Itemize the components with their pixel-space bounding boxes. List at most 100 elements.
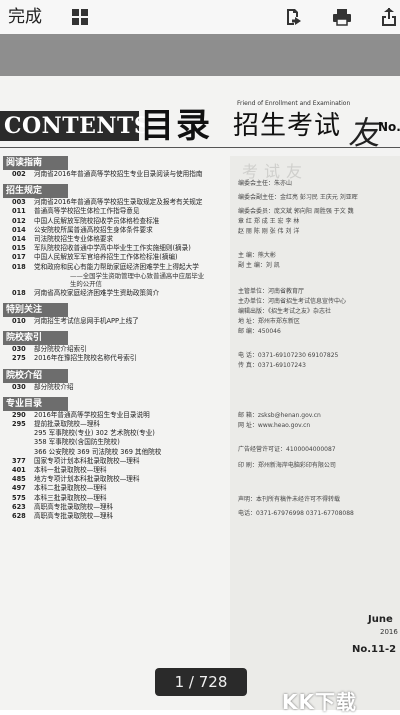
toc-item[interactable]: 358 军事院校(含国防生院校) — [0, 438, 226, 447]
viewer-background — [0, 34, 400, 76]
toc-item[interactable]: 030 部分院校介绍 — [0, 383, 226, 392]
masthead-line: 主 编：熊大彬 — [238, 252, 276, 259]
share-icon[interactable] — [377, 5, 400, 29]
mulu-title: 目录 — [140, 106, 212, 146]
masthead-line: 主管单位：河南省教育厅 — [238, 288, 305, 295]
masthead-issue: No.11-2 — [352, 644, 397, 655]
toc-item-page: 575 — [12, 493, 26, 502]
toc-item-page: 290 — [12, 410, 26, 419]
toc-item-page: 010 — [12, 317, 26, 326]
toc-item[interactable]: 575 本科三批录取院校—理科 — [0, 494, 226, 503]
toc-item-page: 003 — [12, 198, 26, 207]
toc-item[interactable]: 485 地方专项计划本科批录取院校—理科 — [0, 475, 226, 484]
toc-item[interactable]: 290 2016年普通高等学校招生专业目录说明 — [0, 411, 226, 420]
toc-item-text: 地方专项计划本科批录取院校—理科 — [34, 475, 140, 484]
toc-item-page: 377 — [12, 456, 26, 465]
masthead-line: 地 址：郑州市郑东新区 — [238, 318, 300, 325]
toc-item[interactable]: 623 高职高专批录取院校—理科 — [0, 503, 226, 512]
masthead-line: 主办单位：河南省招生考试信息宣传中心 — [238, 298, 347, 305]
toc-item-page: 015 — [12, 244, 26, 253]
toc-item-text: 司法院校招生专业体格要求 — [34, 235, 114, 244]
toc-item-page: 030 — [12, 382, 26, 391]
toc-item-text: 提前批录取院校—理科 — [34, 420, 100, 429]
document-page[interactable]: CONTENTS 目录 Friend of Enrollment and Exa… — [0, 76, 400, 710]
toc-item-page: 017 — [12, 253, 26, 262]
toc-item-page: 497 — [12, 484, 26, 493]
masthead-line: 副 主 编：刘 凯 — [238, 262, 280, 269]
done-button[interactable]: 完成 — [8, 5, 42, 29]
toc-item[interactable]: 014 公安院校所属普通高校招生身体条件要求 — [0, 226, 226, 235]
toc-item-page — [12, 438, 34, 447]
toc-item[interactable]: 295 提前批录取院校—理科 — [0, 420, 226, 429]
toc-item-page: 018 — [12, 262, 26, 271]
toc-subtitle: ——全国学生资助管理中心致普通高中应届毕业 — [70, 271, 205, 280]
toc-item-text: 中国人民解放军院校招收学员体格检查标准 — [34, 216, 160, 225]
masthead-line: 传 真：0371-69107243 — [238, 362, 306, 369]
toc-item-page: 018 — [12, 288, 26, 297]
magazine-title: 招生考试 — [233, 111, 342, 141]
export-icon[interactable] — [282, 5, 306, 29]
toc-item-text: 本科三批录取院校—理科 — [34, 493, 107, 502]
toc-item-text: 河南省2016年普通高等学校招生录取规定及报考有关规定 — [34, 198, 203, 207]
toc-item[interactable]: 366 公安院校 369 司法院校 369 其他院校 — [0, 448, 226, 457]
toc-section-title: 院校介绍 — [3, 368, 68, 383]
toc-item-text: 358 军事院校(含国防生院校) — [34, 438, 120, 447]
top-toolbar: 完成 — [0, 0, 400, 35]
masthead-line: 编委会委员：庞文斌 郭向阳 周胜强 于文 魏 — [238, 208, 354, 215]
toc-item-text: 366 公安院校 369 司法院校 369 其他院校 — [34, 447, 162, 456]
toc-item-text: 普通高等学校招生体检工作指导意见 — [34, 207, 140, 216]
toc-item-text: 军队院校招收普通中学高中毕业生工作实施细则(摘录) — [34, 244, 191, 253]
toc-item-text: 295 军事院校(专业) 302 艺术院校(专业) — [34, 429, 155, 438]
toc-item[interactable]: 295 军事院校(专业) 302 艺术院校(专业) — [0, 429, 226, 438]
toc-item-page: 623 — [12, 502, 26, 511]
masthead-line: 章 红 郑 成 王 宏 李 林 — [238, 218, 300, 225]
toc-item-text: 部分院校介绍 — [34, 382, 74, 391]
toc-item-text: 本科二批录取院校—理科 — [34, 484, 107, 493]
contents-title: CONTENTS — [0, 111, 150, 141]
toc-item[interactable]: 018 党和政府和民心有能力帮助家庭经济困难学生上得起大学 — [0, 263, 226, 272]
toc-item-page: 275 — [12, 354, 26, 363]
toc-item[interactable]: 275 2016年在豫招生院校名称代号索引 — [0, 354, 226, 363]
toc-item[interactable]: 628 高职高专批录取院校—理科 — [0, 512, 226, 521]
toc-item[interactable]: 497 本科二批录取院校—理科 — [0, 484, 226, 493]
toc-item-text: 本科一批录取院校—理科 — [34, 466, 107, 475]
masthead-line: 编委会主任：朱亦山 — [238, 180, 293, 187]
toc-item[interactable]: 017 中国人民解放军军官培养招生工作体检标准(摘编) — [0, 253, 226, 262]
page-indicator: 1 / 728 — [155, 668, 247, 696]
toc-item[interactable]: 377 国家专项计划本科批录取院校—理科 — [0, 457, 226, 466]
toc-item[interactable]: 003 河南省2016年普通高等学校招生录取规定及报考有关规定 — [0, 198, 226, 207]
issue-number: No.11 — [378, 120, 400, 134]
masthead-line: 印 刷：郑州新海岸电脑彩印有限公司 — [238, 462, 336, 469]
toc-item[interactable]: 011 普通高等学校招生体检工作指导意见 — [0, 207, 226, 216]
toc-item-page: 295 — [12, 420, 26, 429]
toc-item-text: 党和政府和民心有能力帮助家庭经济困难学生上得起大学 — [34, 262, 199, 271]
table-of-contents: 阅读指南 002 河南省2016年普通高等学校招生专业目录阅读与使用指南 招生规定 00… — [0, 156, 226, 526]
toc-item-text: 河南省2016年普通高等学校招生专业目录阅读与使用指南 — [34, 170, 203, 178]
toc-item[interactable]: 014 司法院校招生专业体格要求 — [0, 235, 226, 244]
toc-item[interactable]: 015 军队院校招收普通中学高中毕业生工作实施细则(摘录) — [0, 244, 226, 253]
toc-item-text: 高职高专批录取院校—理科 — [34, 512, 114, 521]
toc-section-title: 特别关注 — [3, 303, 68, 318]
toc-item[interactable]: 030 部分院校介绍索引 — [0, 345, 226, 354]
toc-item-text: 河南招生考试信息网手机APP上线了 — [34, 317, 139, 326]
toc-item[interactable]: 018 河南省高校家庭经济困难学生资助政策简介 — [0, 289, 226, 298]
print-icon[interactable] — [330, 5, 354, 29]
toc-item[interactable]: 002 河南省2016年普通高等学校招生专业目录阅读与使用指南 — [0, 170, 226, 179]
toc-item-text: 2016年在豫招生院校名称代号索引 — [34, 354, 137, 363]
masthead-line: 电 话：0371-69107230 69107825 — [238, 352, 339, 359]
toc-item-text: 2016年普通高等学校招生专业目录说明 — [34, 410, 150, 419]
masthead-line: 编辑出版：《招生考试之友》杂志社 — [238, 308, 332, 315]
toc-item-page: 002 — [12, 170, 26, 178]
masthead-ghost-title: 考试友 — [242, 162, 309, 181]
masthead-line: 电话：0371-67976998 0371-67708088 — [238, 510, 354, 517]
toc-section-title: 院校索引 — [3, 331, 68, 346]
grid-icon[interactable] — [68, 5, 92, 29]
toc-item[interactable]: 401 本科一批录取院校—理科 — [0, 466, 226, 475]
header-rule — [0, 147, 400, 148]
toc-item[interactable]: 012 中国人民解放军院校招收学员体格检查标准 — [0, 217, 226, 226]
toc-subtitle: 生的公开信 — [70, 280, 102, 289]
toc-item[interactable]: 010 河南招生考试信息网手机APP上线了 — [0, 317, 226, 326]
toc-item-page: 014 — [12, 225, 26, 234]
toc-item-page — [12, 448, 34, 457]
toc-item-page: 485 — [12, 475, 26, 484]
